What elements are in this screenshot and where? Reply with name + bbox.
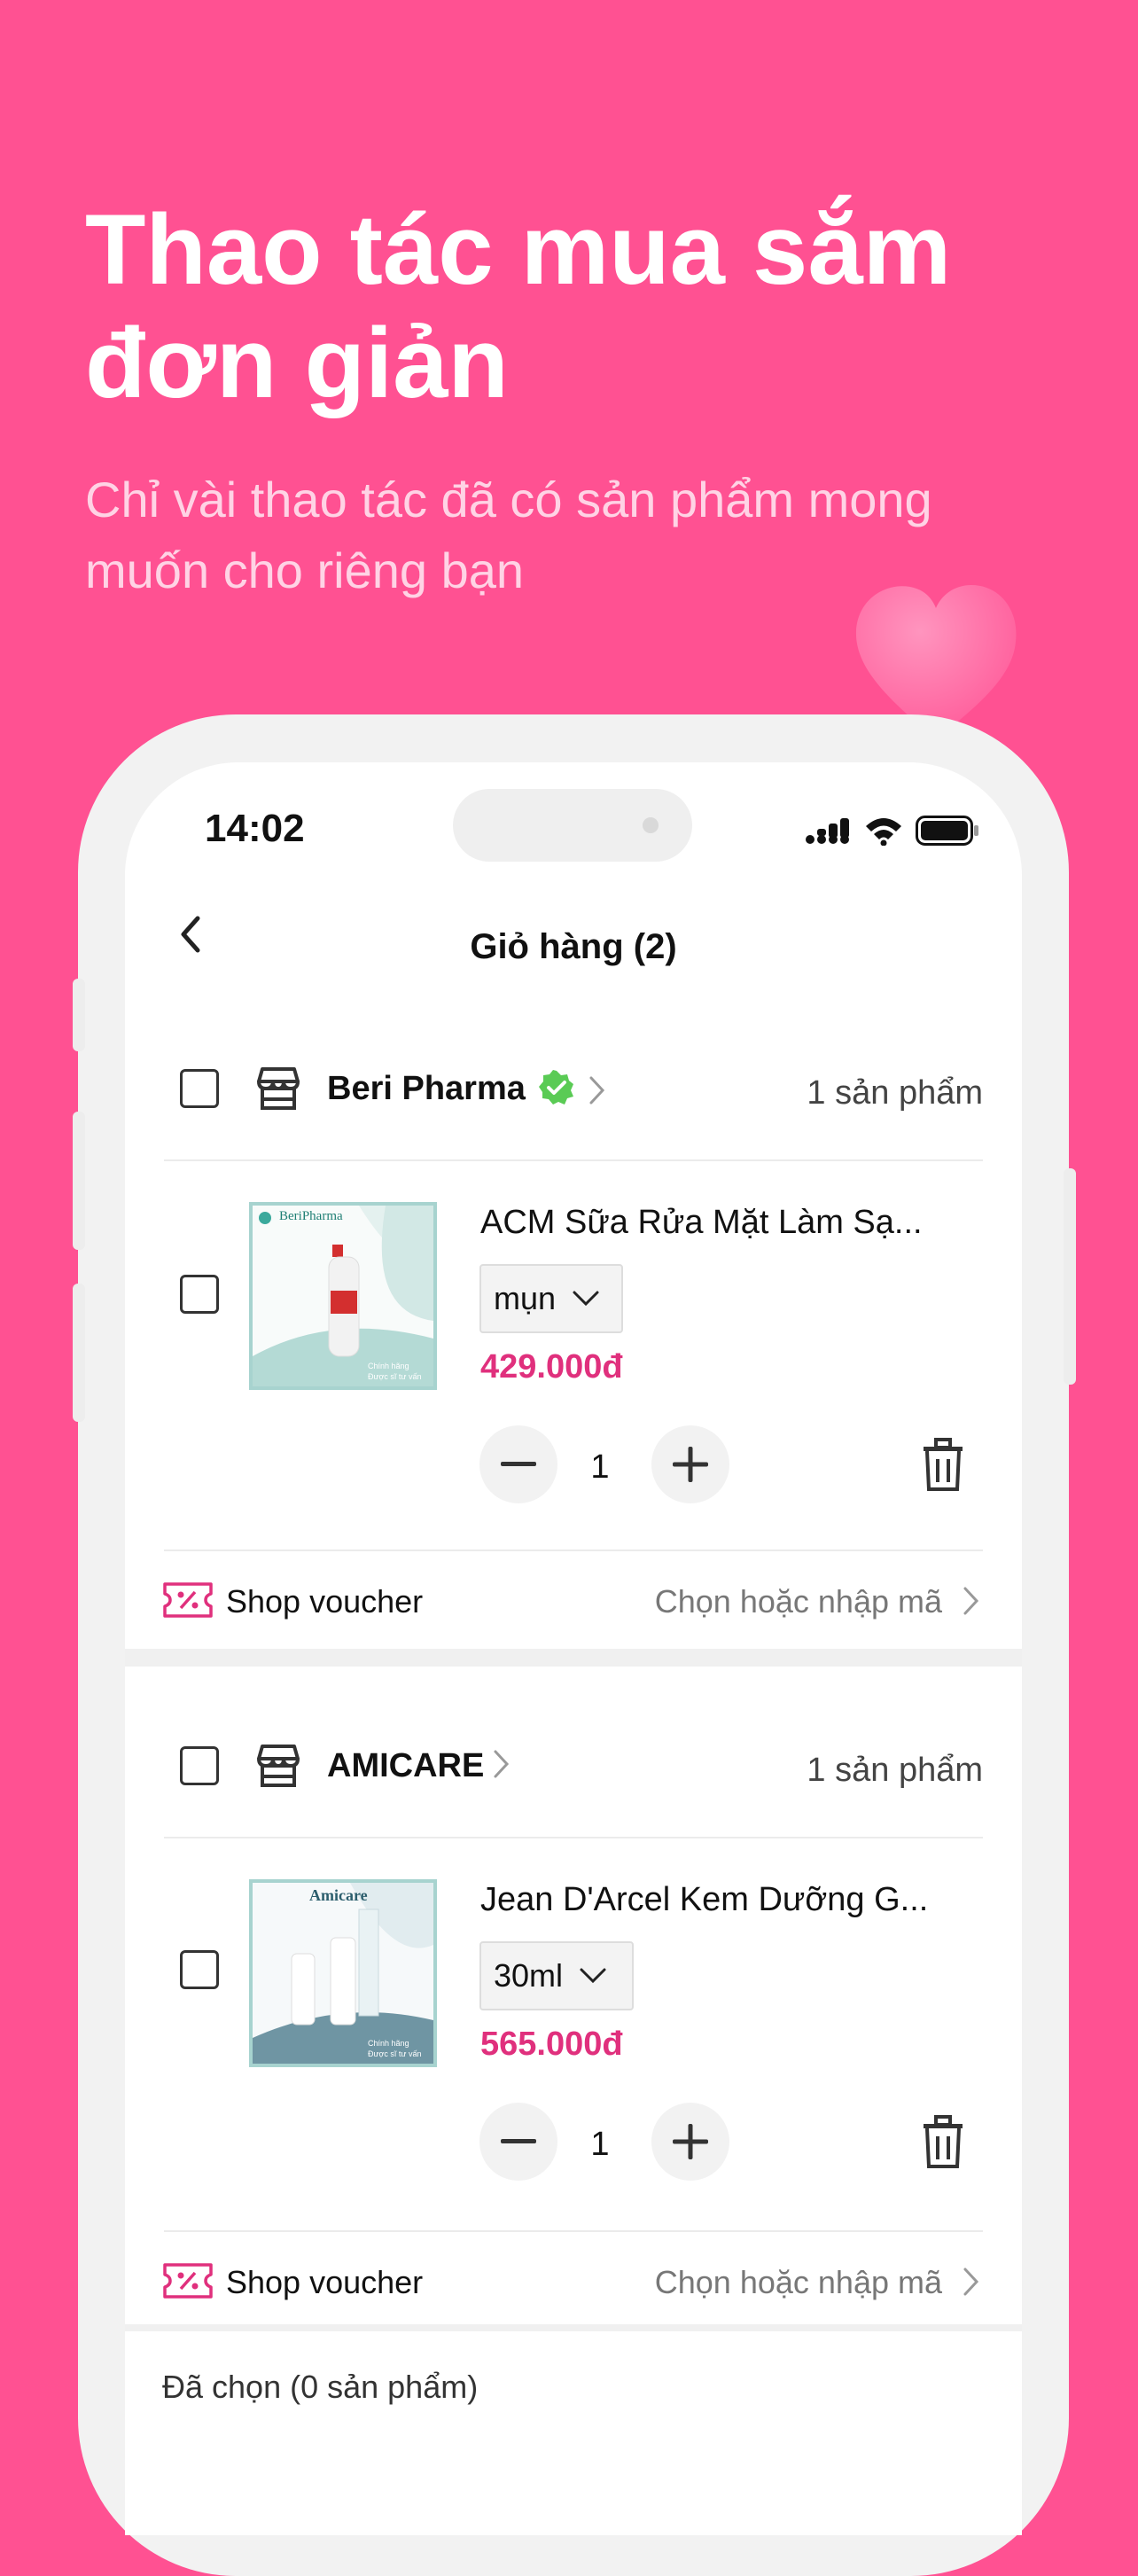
product-price: 429.000đ [480, 1348, 623, 1386]
store-icon [257, 1067, 300, 1110]
thumb-brand-text: BeriPharma [279, 1209, 343, 1223]
promo-headline-line1: Thao tác mua sắm [85, 194, 952, 305]
plus-icon [673, 2124, 708, 2159]
status-icons [806, 816, 979, 846]
decrease-quantity-button[interactable] [479, 1425, 557, 1503]
chevron-right-icon[interactable] [960, 2266, 983, 2298]
shop-checkbox[interactable] [180, 1746, 219, 1785]
product-thumbnail[interactable]: Amicare Chính hãng Được sĩ tư vấn [249, 1879, 437, 2067]
chevron-right-icon[interactable] [490, 1748, 513, 1780]
promo-headline: Thao tác mua sắm đơn giản [85, 193, 1060, 420]
voucher-ticket-icon [163, 1582, 213, 1618]
store-icon [257, 1745, 300, 1787]
section-separator [125, 2324, 1022, 2331]
phone-side-button [73, 1112, 85, 1250]
wifi-icon [866, 818, 901, 846]
voucher-ticket-icon [163, 2263, 213, 2299]
verified-badge-icon [539, 1070, 573, 1105]
shop-checkbox[interactable] [180, 1069, 219, 1108]
voucher-action[interactable]: Chọn hoặc nhập mã [655, 2264, 942, 2301]
product-checkbox[interactable] [180, 1950, 219, 1989]
shop-name[interactable]: AMICARE [327, 1747, 484, 1785]
thumb-tag-text: Chính hãng [368, 2039, 409, 2048]
plus-icon [673, 1447, 708, 1482]
shop-name[interactable]: Beri Pharma [327, 1070, 526, 1108]
minus-icon [501, 1462, 536, 1466]
shop-item-count: 1 sản phẩm [807, 1752, 983, 1789]
voucher-action[interactable]: Chọn hoặc nhập mã [655, 1583, 942, 1620]
chevron-right-icon[interactable] [586, 1074, 609, 1106]
product-checkbox[interactable] [180, 1275, 219, 1314]
variant-value: 30ml [494, 1957, 564, 1994]
chevron-down-icon [580, 1968, 606, 1984]
variant-value: mụn [494, 1280, 557, 1316]
product-name[interactable]: ACM Sữa Rửa Mặt Làm Sạ... [480, 1204, 923, 1242]
chevron-down-icon [573, 1291, 599, 1307]
camera-dot [643, 817, 659, 833]
dynamic-island [453, 789, 692, 862]
shop-section-beri-pharma: Beri Pharma 1 sản phẩm BeriPharma Chính … [125, 1019, 1022, 1551]
product-image [253, 1883, 433, 2064]
section-separator [125, 1649, 1022, 1667]
promo-headline-line2: đơn giản [85, 308, 509, 418]
phone-side-button [1064, 1168, 1076, 1385]
minus-icon [501, 2139, 536, 2143]
promo-subline-line1: Chỉ vài thao tác đã có sản phẩm mong [85, 472, 932, 527]
thumb-tag-text: Được sĩ tư vấn [368, 2049, 422, 2058]
selected-count-text: Đã chọn (0 sản phẩm) [162, 2369, 479, 2405]
thumb-tag-text: Chính hãng [368, 1362, 409, 1370]
shop-section-amicare: AMICARE 1 sản phẩm Amicare Chính hãng Đư… [125, 1667, 1022, 2234]
chevron-right-icon[interactable] [960, 1585, 983, 1617]
increase-quantity-button[interactable] [651, 1425, 729, 1503]
signal-icon [806, 818, 849, 844]
voucher-label: Shop voucher [226, 2264, 424, 2300]
status-time: 14:02 [205, 807, 305, 850]
variant-select[interactable]: 30ml [479, 1941, 634, 2010]
page-title: Giỏ hàng (2) [470, 927, 677, 966]
phone-side-button [73, 1284, 85, 1422]
trash-icon[interactable] [918, 2115, 968, 2170]
product-thumbnail[interactable]: BeriPharma Chính hãng Được sĩ tư vấn [249, 1202, 437, 1390]
phone-side-button [73, 979, 85, 1051]
thumb-brand-text: Amicare [309, 1886, 368, 1904]
trash-icon[interactable] [918, 1438, 968, 1493]
divider [164, 1837, 983, 1838]
battery-icon [916, 816, 978, 846]
product-price: 565.000đ [480, 2026, 623, 2063]
decrease-quantity-button[interactable] [479, 2103, 557, 2181]
thumb-tag-text: Được sĩ tư vấn [368, 1372, 422, 1381]
shop-voucher-row[interactable]: Shop voucher Chọn hoặc nhập mã [125, 1551, 1022, 1649]
quantity-value[interactable]: 1 [573, 1448, 627, 1487]
shop-voucher-row[interactable]: Shop voucher Chọn hoặc nhập mã [125, 2232, 1022, 2324]
quantity-value[interactable]: 1 [573, 2126, 627, 2164]
product-name[interactable]: Jean D'Arcel Kem Dưỡng G... [480, 1881, 928, 1919]
voucher-label: Shop voucher [226, 1583, 424, 1620]
shop-item-count: 1 sản phẩm [807, 1074, 983, 1112]
variant-select[interactable]: mụn [479, 1264, 623, 1333]
phone-screen: 14:02 Giỏ hàng (2) Beri Pharma 1 sản phẩ… [125, 762, 1022, 2535]
product-image [253, 1206, 433, 1386]
increase-quantity-button[interactable] [651, 2103, 729, 2181]
divider [164, 1159, 983, 1161]
